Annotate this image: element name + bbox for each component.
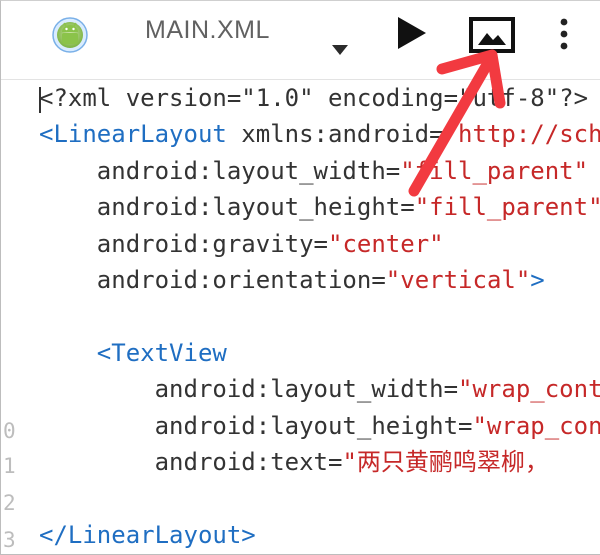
code-line: android:layout_width="wrap_content" [39,372,600,406]
code-token: android:layout_height [39,193,401,222]
play-icon[interactable] [396,15,428,51]
line-number: 1 [3,454,16,478]
toolbar-divider [1,79,600,80]
code-line: android:layout_height="wrap_content" [39,409,600,443]
code-token: <LinearLayout [39,120,227,149]
image-icon[interactable] [468,16,516,54]
code-token: = [429,120,444,149]
code-token: > [530,266,545,294]
code-line: android:gravity="center" [39,227,444,261]
code-token: android:layout_width [39,156,386,185]
code-token: = [313,229,328,258]
code-line: android:orientation="vertical"> [39,263,545,297]
code-line: android:text="两只黄鹂鸣翠柳， [39,445,549,479]
android-icon[interactable] [51,15,89,53]
code-line: </LinearLayout> [39,518,256,551]
editor-window: MAIN.XML 0 1 2 3 <?xml version="1.0" encodi… [0,0,600,555]
line-number-gutter: 0 1 2 3 [1,81,25,552]
file-title[interactable]: MAIN.XML [145,15,275,45]
code-line: <LinearLayout xmlns:android="http://sche… [39,117,600,151]
code-token: android:text [39,448,328,476]
line-number: 0 [3,419,16,443]
code-token: = [400,193,415,222]
code-token: </LinearLayout> [39,520,256,549]
code-token: <TextView [39,338,227,367]
line-number: 3 [3,528,16,552]
toolbar: MAIN.XML [1,1,600,79]
caret-down-icon[interactable] [331,41,349,55]
code-token: "vertical" [385,266,531,294]
code-line: android:layout_height="fill_parent" [39,190,600,224]
code-editor[interactable]: <?xml version="1.0" encoding="utf-8"?> <L… [39,81,600,551]
code-line: <TextView [39,336,227,370]
code-token: "wrap_content" [458,375,600,404]
code-token: = [385,156,401,185]
code-token: "fill_parent" [414,193,600,222]
code-token: <?xml version="1.0" encoding="utf-8"?> [39,84,589,112]
code-line: <?xml version="1.0" encoding="utf-8"?> [39,81,588,115]
line-number: 2 [3,491,16,515]
code-token: android:gravity [39,229,314,258]
code-token: android:orientation [39,266,372,294]
code-token: = [327,448,343,476]
more-vertical-icon[interactable] [553,17,575,51]
code-token: "http://schemas.android.com/apk/res/andr… [443,120,600,149]
code-token: xmlns:android [226,120,430,149]
code-token: android:layout_height [39,411,459,440]
code-token: = [371,266,386,294]
code-token: android:layout_width [39,375,444,404]
code-token: "center" [328,229,444,258]
code-token: = [443,375,459,404]
code-line: android:layout_width="fill_parent" [39,154,588,188]
code-token: = [458,411,473,440]
code-token: "fill_parent" [400,156,589,185]
code-token: "两只黄鹂鸣翠柳， [342,448,549,476]
code-token: "wrap_content" [472,411,600,440]
text-caret [39,87,41,113]
